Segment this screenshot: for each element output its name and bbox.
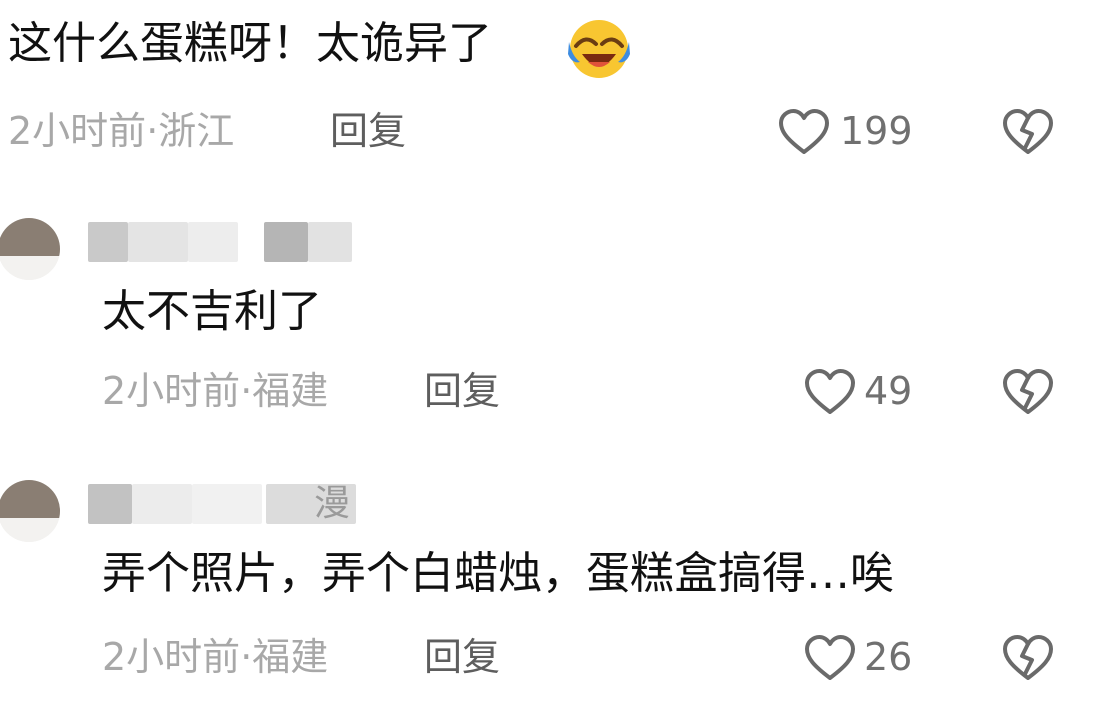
comment-location: 福建: [252, 369, 329, 413]
comment-text: 弄个照片，弄个白蜡烛，蛋糕盒搞得…唉: [102, 548, 894, 599]
face-with-tears-of-joy-icon: [566, 14, 632, 80]
like-count: 26: [864, 635, 913, 679]
comment-time: 2小时前: [102, 369, 241, 413]
comment-location: 福建: [252, 635, 329, 679]
username[interactable]: 漫: [88, 480, 378, 528]
heart-icon[interactable]: [778, 108, 830, 156]
comment-text: 太不吉利了: [102, 286, 322, 337]
avatar[interactable]: [0, 218, 60, 280]
comment-meta: 2小时前·福建: [102, 369, 329, 413]
like-count: 49: [864, 369, 913, 413]
like-count: 199: [840, 109, 913, 153]
avatar[interactable]: [0, 480, 60, 542]
username[interactable]: [88, 218, 358, 266]
comment-location: 浙江: [158, 109, 235, 153]
heart-icon[interactable]: [804, 634, 856, 682]
comment-text: 这什么蛋糕呀！太诡异了: [8, 18, 492, 69]
comment-meta: 2小时前·福建: [102, 635, 329, 679]
comment-2: 太不吉利了 2小时前·福建 回复 49: [0, 190, 1111, 430]
reply-button[interactable]: 回复: [424, 366, 500, 416]
comment-1: 这什么蛋糕呀！太诡异了 2小时前·浙江 回复 199: [0, 0, 1111, 170]
comment-time: 2小时前: [102, 635, 241, 679]
reply-button[interactable]: 回复: [424, 632, 500, 682]
comment-meta: 2小时前·浙江: [8, 109, 235, 153]
heart-icon[interactable]: [804, 368, 856, 416]
comment-time: 2小时前: [8, 109, 147, 153]
broken-heart-icon[interactable]: [1002, 368, 1054, 416]
broken-heart-icon[interactable]: [1002, 634, 1054, 682]
broken-heart-icon[interactable]: [1002, 108, 1054, 156]
comment-3: 漫 弄个照片，弄个白蜡烛，蛋糕盒搞得…唉 2小时前·福建 回复 26: [0, 452, 1111, 702]
username-visible: 漫: [314, 483, 351, 524]
reply-button[interactable]: 回复: [330, 106, 406, 156]
